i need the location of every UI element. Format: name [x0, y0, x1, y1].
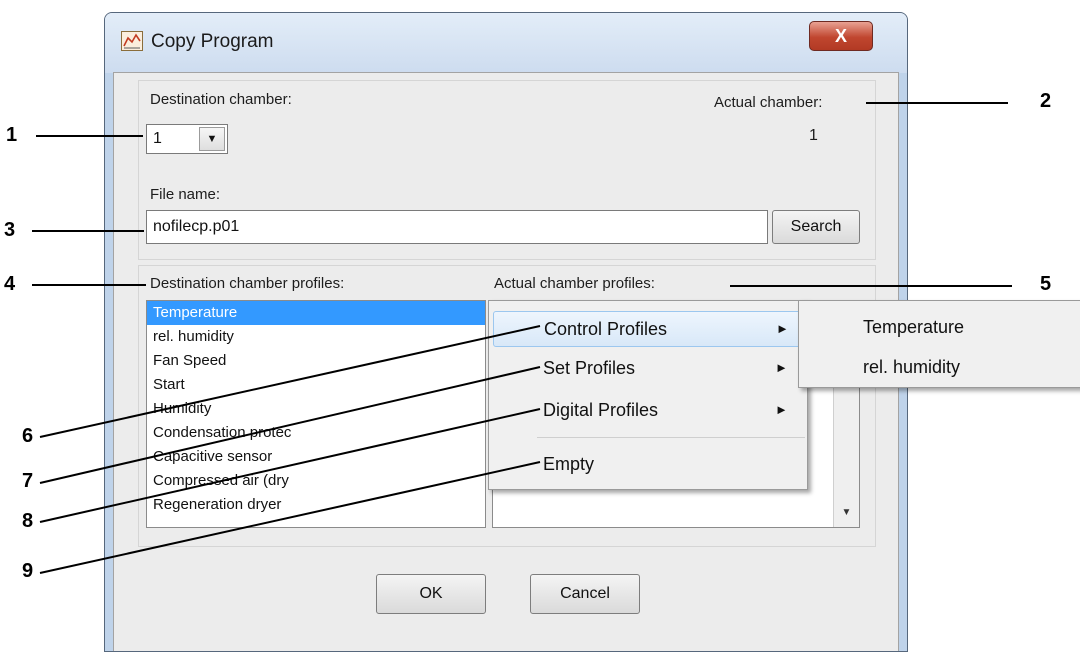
callout-number-9: 9: [22, 560, 34, 582]
callout-number-4: 4: [4, 273, 16, 295]
callout-number-6: 6: [22, 425, 34, 447]
callout-number-7: 7: [22, 470, 34, 492]
callout-number-3: 3: [4, 219, 16, 241]
callout-number-5: 5: [1040, 273, 1052, 295]
callout-number-1: 1: [6, 124, 18, 146]
callout-number-8: 8: [22, 510, 34, 532]
callout-lines: [32, 102, 1012, 574]
callout-number-2: 2: [1040, 90, 1052, 112]
